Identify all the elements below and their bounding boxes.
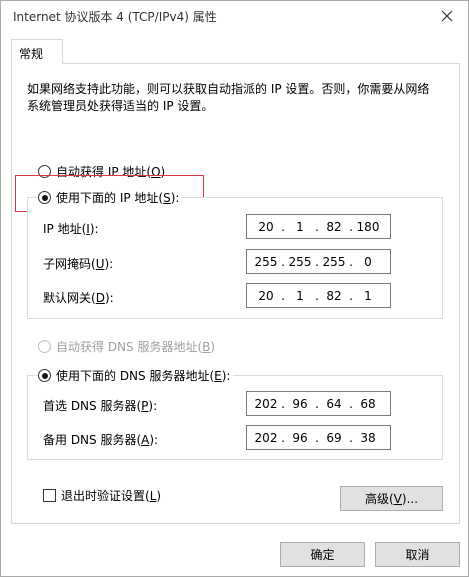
ip-address-input[interactable]: 20. 1. 82. 180: [246, 214, 391, 239]
octet-dot: .: [349, 288, 353, 303]
octet-dot: .: [315, 288, 319, 303]
radio-manual-dns[interactable]: 使用下面的 DNS 服务器地址(E):: [38, 367, 234, 384]
title-bar[interactable]: Internet 协议版本 4 (TCP/IPv4) 属性: [1, 1, 468, 31]
ip-octet: 202: [254, 396, 278, 411]
octet-dot: .: [349, 430, 353, 445]
dialog-window: Internet 协议版本 4 (TCP/IPv4) 属性 常规 如果网络支持此…: [0, 0, 469, 577]
ip-octet: 20: [258, 219, 274, 234]
ip-octet: 1: [296, 288, 304, 303]
octet-dot: .: [281, 288, 285, 303]
cancel-button[interactable]: 取消: [375, 542, 460, 567]
ip-octet: 1: [364, 288, 372, 303]
ok-button-label: 确定: [310, 548, 335, 562]
octet-dot: .: [281, 254, 285, 269]
cancel-button-label: 取消: [405, 548, 430, 562]
advanced-button-label: 高级(V)...: [364, 492, 419, 506]
octet-dot: .: [349, 254, 353, 269]
octet-dot: .: [315, 430, 319, 445]
radio-auto-dns-label: 自动获得 DNS 服务器地址(B): [56, 340, 216, 354]
validate-on-exit-label: 退出时验证设置(L): [61, 489, 162, 503]
ip-octet: 82: [326, 219, 342, 234]
octet-dot: .: [281, 396, 285, 411]
octet-dot: .: [349, 396, 353, 411]
octet-dot: .: [349, 219, 353, 234]
radio-manual-dns-indicator: [38, 369, 51, 382]
alternate-dns-label: 备用 DNS 服务器(A):: [43, 433, 159, 447]
subnet-mask-label: 子网掩码(U):: [43, 257, 114, 271]
alternate-dns-input[interactable]: 202. 96. 69. 38: [246, 425, 391, 450]
ip-octet: 202: [254, 430, 278, 445]
default-gateway-label: 默认网关(D):: [43, 291, 114, 305]
preferred-dns-input[interactable]: 202. 96. 64. 68: [246, 391, 391, 416]
ip-octet: 255: [288, 254, 312, 269]
ip-octet: 20: [258, 288, 274, 303]
ip-octet: 69: [326, 430, 342, 445]
radio-manual-ip-label: 使用下面的 IP 地址(S):: [56, 191, 180, 205]
close-icon: [441, 10, 453, 22]
radio-auto-dns[interactable]: 自动获得 DNS 服务器地址(B): [38, 338, 215, 355]
ip-octet: 0: [364, 254, 372, 269]
ip-octet: 255: [254, 254, 278, 269]
ip-octet: 82: [326, 288, 342, 303]
octet-dot: .: [315, 396, 319, 411]
ip-octet: 1: [296, 219, 304, 234]
radio-manual-ip[interactable]: 使用下面的 IP 地址(S):: [38, 189, 183, 206]
validate-on-exit-box: [43, 489, 56, 502]
preferred-dns-label: 首选 DNS 服务器(P):: [43, 399, 158, 413]
description-text: 如果网络支持此功能，则可以获取自动指派的 IP 设置。否则，你需要从网络系统管理…: [27, 82, 430, 113]
radio-auto-dns-indicator: [38, 340, 51, 353]
ip-octet: 64: [326, 396, 342, 411]
radio-manual-ip-indicator: [38, 191, 51, 204]
octet-dot: .: [315, 254, 319, 269]
octet-dot: .: [281, 219, 285, 234]
ip-octet: 68: [360, 396, 376, 411]
window-title: Internet 协议版本 4 (TCP/IPv4) 属性: [13, 10, 217, 24]
tab-general[interactable]: 常规: [11, 39, 63, 64]
advanced-button[interactable]: 高级(V)...: [340, 486, 443, 511]
tab-general-label: 常规: [19, 47, 44, 61]
close-button[interactable]: [432, 4, 462, 28]
ok-button[interactable]: 确定: [280, 542, 365, 567]
octet-dot: .: [315, 219, 319, 234]
ip-octet: 255: [322, 254, 346, 269]
ip-octet: 180: [356, 219, 380, 234]
octet-dot: .: [281, 430, 285, 445]
ip-octet: 96: [292, 396, 308, 411]
ip-octet: 38: [360, 430, 376, 445]
default-gateway-input[interactable]: 20. 1. 82. 1: [246, 283, 391, 308]
validate-on-exit-checkbox[interactable]: 退出时验证设置(L): [43, 487, 161, 504]
subnet-mask-input[interactable]: 255. 255. 255. 0: [246, 249, 391, 274]
ip-address-label: IP 地址(I):: [43, 222, 99, 236]
ip-octet: 96: [292, 430, 308, 445]
radio-manual-dns-label: 使用下面的 DNS 服务器地址(E):: [56, 369, 231, 383]
